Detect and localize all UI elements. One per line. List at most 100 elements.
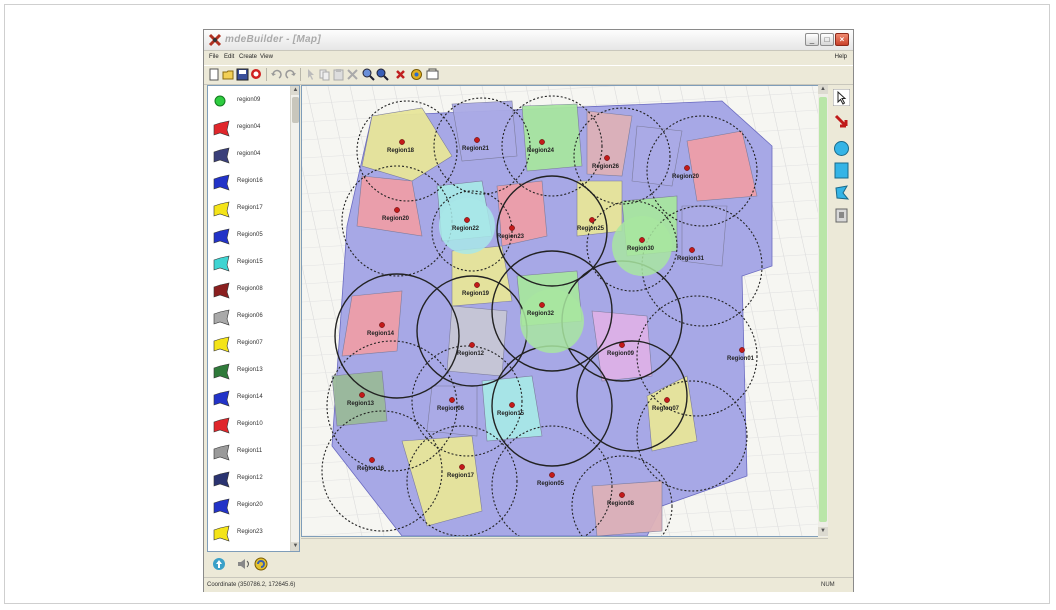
region-polygon <box>451 100 518 162</box>
layer-list-item[interactable]: Region14 <box>212 388 290 410</box>
layer-list-item[interactable]: Region10 <box>212 415 290 437</box>
open-icon[interactable] <box>222 68 235 81</box>
polygon-layer-icon <box>213 201 230 218</box>
refresh-icon[interactable] <box>253 556 269 572</box>
layer-list-scrollbar[interactable]: ▲ ▼ <box>290 86 299 551</box>
polygon-layer-icon <box>213 309 230 326</box>
polygon-layer-icon <box>213 228 230 245</box>
stamp-tool-icon[interactable] <box>833 207 850 224</box>
region-marker <box>589 217 595 223</box>
layer-list-item[interactable]: Region05 <box>212 226 290 248</box>
map-vertical-scrollbar[interactable]: ▲ ▼ <box>818 85 828 537</box>
layer-list-item[interactable]: Region11 <box>212 442 290 464</box>
polygon-layer-icon <box>213 417 230 434</box>
layer-label: Region17 <box>237 205 263 211</box>
layer-label: Region14 <box>237 394 263 400</box>
layer-list-item[interactable]: Region16 <box>212 172 290 194</box>
layer-list-item[interactable]: region04 <box>212 145 290 167</box>
layer-list-item[interactable]: region09 <box>212 91 290 113</box>
region-label: Region12 <box>457 351 485 357</box>
layer-list-item[interactable]: Region23 <box>212 523 290 545</box>
region-label: Region25 <box>577 226 605 232</box>
region-label: Region23 <box>497 234 525 240</box>
menu-create[interactable]: Create <box>239 54 257 60</box>
layer-label: Region10 <box>237 421 263 427</box>
region-polygon <box>521 103 583 172</box>
polygon-layer-icon <box>213 444 230 461</box>
region-label: Region20 <box>672 174 700 180</box>
region-label: Region32 <box>527 311 555 317</box>
tool-icon[interactable] <box>410 68 423 81</box>
layer-list-item[interactable]: Region06 <box>212 307 290 329</box>
maximize-button[interactable]: □ <box>820 33 834 46</box>
undo-icon[interactable] <box>270 68 283 81</box>
map-scroll-thumb[interactable] <box>819 97 827 522</box>
layer-list-item[interactable]: Region08 <box>212 280 290 302</box>
scroll-down-arrow[interactable]: ▼ <box>291 542 299 551</box>
region-label: Region16 <box>357 466 385 472</box>
layer-label: Region15 <box>237 259 263 265</box>
up-level-icon[interactable] <box>212 557 226 571</box>
region-marker <box>474 137 480 143</box>
zoom-out-icon[interactable] <box>376 68 389 81</box>
paste-icon[interactable] <box>332 68 345 81</box>
menu-edit[interactable]: Edit <box>224 54 234 60</box>
close-button[interactable]: × <box>835 33 849 46</box>
region-marker <box>689 247 695 253</box>
layer-list-item[interactable]: Region07 <box>212 334 290 356</box>
region-marker <box>469 342 475 348</box>
export-icon[interactable] <box>426 68 439 81</box>
polygon-tool-icon[interactable] <box>833 184 850 201</box>
new-icon[interactable] <box>208 68 221 81</box>
find-icon[interactable] <box>250 68 263 81</box>
stop-icon[interactable] <box>394 68 407 81</box>
region-marker <box>639 237 645 243</box>
scroll-thumb[interactable] <box>292 97 299 123</box>
region-label: Region13 <box>347 401 375 407</box>
zoom-in-icon[interactable] <box>362 68 375 81</box>
speaker-icon[interactable] <box>237 557 251 571</box>
menu-file[interactable]: File <box>209 54 219 60</box>
menu-help[interactable]: Help <box>835 54 847 60</box>
region-marker <box>664 397 670 403</box>
status-bar: Coordinate (350786.2, 172645.6) NUM <box>204 577 853 592</box>
region-label: Region19 <box>462 291 490 297</box>
menu-bar: File Edit Create View Help <box>204 51 853 64</box>
region-label: Region08 <box>607 501 635 507</box>
layer-label: Region13 <box>237 367 263 373</box>
circle-tool-icon[interactable] <box>833 140 850 157</box>
layer-list-item[interactable]: Region12 <box>212 469 290 491</box>
layer-list-item[interactable]: Region17 <box>212 199 290 221</box>
save-icon[interactable] <box>236 68 249 81</box>
map-scroll-down-arrow[interactable]: ▼ <box>818 527 828 536</box>
region-polygon <box>591 480 663 536</box>
polygon-layer-icon <box>213 336 230 353</box>
pointer-tool-icon[interactable] <box>833 89 850 106</box>
map-scroll-up-arrow[interactable]: ▲ <box>818 85 828 94</box>
scroll-up-arrow[interactable]: ▲ <box>291 86 299 95</box>
region-marker <box>449 397 455 403</box>
layer-list-item[interactable]: region04 <box>212 118 290 140</box>
copy-icon[interactable] <box>318 68 331 81</box>
layer-list-item[interactable]: Region13 <box>212 361 290 383</box>
layer-list-panel: ▲ ▼ region09 region04 region04 Region16 Regi… <box>207 85 300 552</box>
redo-icon[interactable] <box>284 68 297 81</box>
layer-label: Region06 <box>237 313 263 319</box>
layer-list-item[interactable]: Region15 <box>212 253 290 275</box>
menu-view[interactable]: View <box>260 54 273 60</box>
red-arrow-tool-icon[interactable] <box>833 113 850 130</box>
polygon-layer-icon <box>213 471 230 488</box>
layer-list-item[interactable]: Region20 <box>212 496 290 518</box>
highlight-circle <box>520 289 584 353</box>
toolbar-separator <box>300 68 301 81</box>
map-canvas[interactable]: Region18 Region21 Region24 Region26 Region20… <box>301 85 820 537</box>
toolbar-separator <box>266 68 267 81</box>
pointer-icon[interactable] <box>304 68 317 81</box>
minimize-button[interactable]: _ <box>805 33 819 46</box>
delete-icon[interactable] <box>346 68 359 81</box>
region-marker <box>474 282 480 288</box>
layer-label: Region12 <box>237 475 263 481</box>
polygon-layer-icon <box>213 120 230 137</box>
rectangle-tool-icon[interactable] <box>833 162 850 179</box>
layer-label: region04 <box>237 151 261 157</box>
